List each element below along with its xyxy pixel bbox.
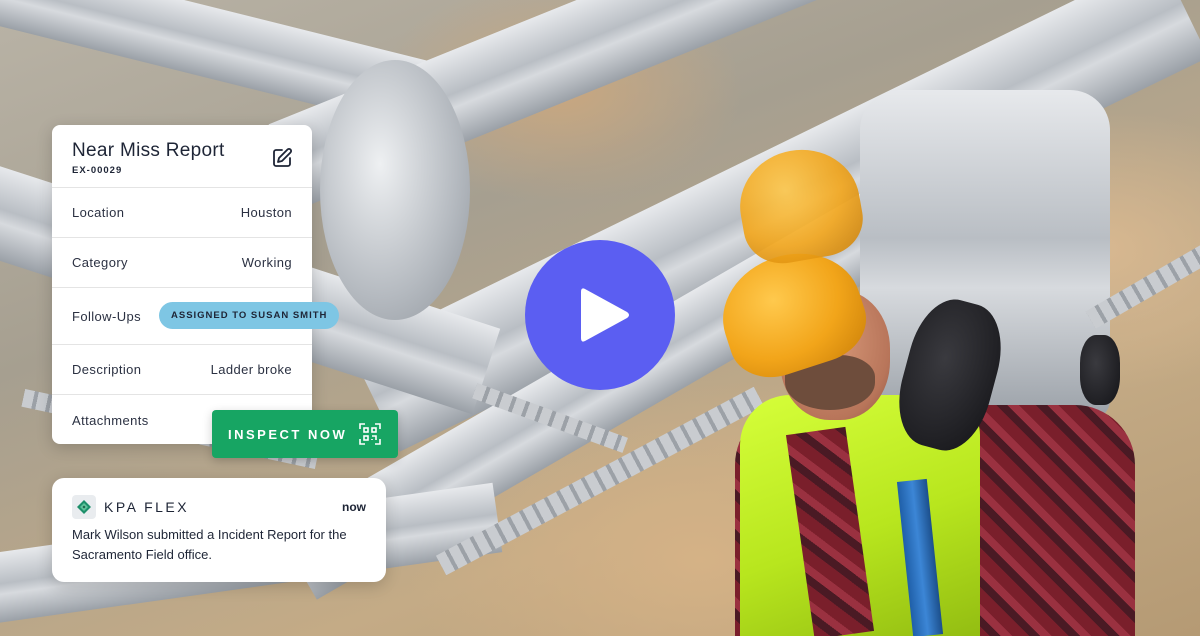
qr-scan-icon: [359, 423, 381, 445]
field-category: Category Working: [52, 238, 312, 288]
field-value: Ladder broke: [210, 362, 292, 377]
field-label: Location: [72, 205, 125, 220]
kpa-logo-icon: [72, 495, 96, 519]
report-header: Near Miss Report EX-00029: [52, 125, 312, 188]
report-title: Near Miss Report: [72, 140, 225, 161]
play-video-button[interactable]: [525, 240, 675, 390]
report-id: EX-00029: [72, 165, 123, 176]
notification-app-name: KPA FLEX: [104, 499, 190, 515]
field-label: Description: [72, 362, 142, 377]
assignee-badge[interactable]: ASSIGNED TO SUSAN SMITH: [159, 302, 340, 329]
near-miss-report-card: Near Miss Report EX-00029 Location Houst…: [52, 125, 312, 444]
field-value: Working: [241, 255, 292, 270]
field-label: Attachments: [72, 412, 149, 428]
field-label: Follow-Ups: [72, 308, 142, 324]
notification-card[interactable]: KPA FLEX now Mark Wilson submitted a Inc…: [52, 478, 386, 582]
inspect-now-button[interactable]: INSPECT NOW: [212, 410, 398, 458]
field-label: Category: [72, 255, 128, 270]
edit-icon: [273, 148, 292, 167]
inspect-now-label: INSPECT NOW: [228, 426, 348, 442]
play-icon: [581, 288, 629, 342]
field-description: Description Ladder broke: [52, 345, 312, 395]
field-location: Location Houston: [52, 188, 312, 238]
edit-report-button[interactable]: [271, 147, 293, 169]
notification-message: Mark Wilson submitted a Incident Report …: [72, 527, 347, 562]
notification-time: now: [342, 500, 366, 514]
field-value: Houston: [240, 205, 292, 220]
